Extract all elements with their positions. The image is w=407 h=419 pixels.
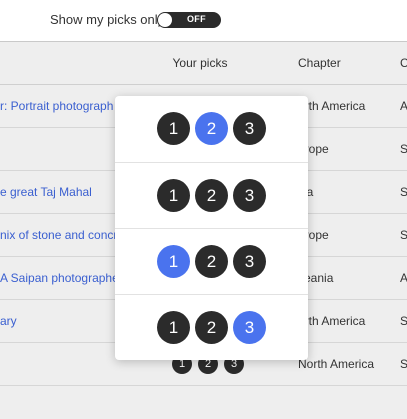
row-extra: S — [400, 185, 407, 199]
row-extra: A — [400, 99, 407, 113]
row-chapter: ceania — [298, 271, 334, 285]
pick-option-2[interactable]: 2 — [195, 245, 228, 278]
pick-option-1[interactable]: 1 — [157, 245, 190, 278]
pick-rank-popover: 1 2 3 1 2 3 1 2 3 1 2 3 — [115, 96, 308, 360]
row-chapter: urope — [298, 228, 329, 242]
pick-option-3[interactable]: 3 — [233, 245, 266, 278]
show-my-picks-label: Show my picks only — [50, 12, 165, 27]
pick-option-3[interactable]: 3 — [233, 311, 266, 344]
pick-option-1[interactable]: 1 — [157, 112, 190, 145]
popover-row: 1 2 3 — [115, 228, 308, 295]
popover-row: 1 2 3 — [115, 162, 308, 229]
row-chapter: orth America — [298, 99, 366, 113]
table-header-row: Your picks Chapter C — [0, 42, 407, 85]
row-extra: S — [400, 228, 407, 242]
popover-row: 1 2 3 — [115, 96, 308, 162]
pick-option-2[interactable]: 2 — [195, 179, 228, 212]
pick-option-2[interactable]: 2 — [195, 311, 228, 344]
row-title-link[interactable]: ary — [0, 300, 120, 342]
header-extra: C — [400, 56, 407, 70]
filter-bar: Show my picks only OFF — [0, 0, 407, 42]
header-your-picks: Your picks — [172, 56, 228, 70]
pick-option-1[interactable]: 1 — [157, 311, 190, 344]
popover-row: 1 2 3 — [115, 294, 308, 361]
row-extra: S — [400, 357, 407, 371]
pick-option-3[interactable]: 3 — [233, 112, 266, 145]
row-extra: S — [400, 314, 407, 328]
pick-option-2[interactable]: 2 — [195, 112, 228, 145]
show-my-picks-toggle[interactable]: OFF — [157, 12, 221, 28]
row-extra: A — [400, 271, 407, 285]
pick-option-3[interactable]: 3 — [233, 179, 266, 212]
row-chapter: orth America — [298, 314, 366, 328]
row-title-link[interactable]: r: Portrait photograph — [0, 85, 120, 127]
row-chapter: sia — [298, 171, 388, 213]
row-title-link[interactable]: A Saipan photographe — [0, 257, 120, 299]
row-chapter: North America — [298, 357, 375, 371]
pick-option-1[interactable]: 1 — [157, 179, 190, 212]
row-title-link[interactable] — [0, 343, 120, 385]
header-chapter: Chapter — [298, 56, 341, 70]
row-title-link[interactable]: e great Taj Mahal — [0, 171, 120, 213]
row-chapter: urope — [298, 142, 329, 156]
row-title-link[interactable] — [0, 128, 120, 170]
row-title-link[interactable]: nix of stone and concr — [0, 214, 120, 256]
toggle-knob — [158, 13, 172, 27]
toggle-state-text: OFF — [187, 14, 206, 24]
row-extra: S — [400, 142, 407, 156]
